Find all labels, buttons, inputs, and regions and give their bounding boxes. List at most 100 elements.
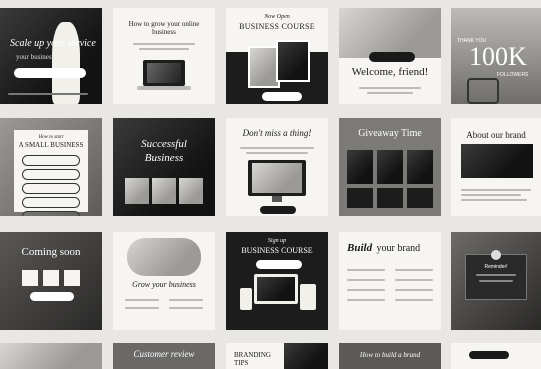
tile-title: Grow your business (132, 280, 196, 289)
tile-grow-online[interactable]: How to grow your online business (113, 8, 215, 104)
cta-pill (14, 68, 86, 78)
photo-3 (179, 178, 203, 204)
chair-shape (467, 78, 499, 104)
text-line (347, 279, 385, 281)
prize-photo-2 (377, 150, 403, 184)
tile-small-business[interactable]: How to start A SMALL BUSINESS (0, 118, 102, 216)
portrait-photo (339, 8, 441, 58)
tile-kicker: Now Open (264, 14, 290, 20)
tile-build-brand[interactable]: Build your brand (339, 232, 441, 330)
text-line (476, 274, 516, 276)
person-figure (52, 22, 80, 104)
text-line (395, 299, 433, 301)
portrait-photo (284, 343, 328, 369)
tile-successful-business[interactable]: Successful Business (113, 118, 215, 216)
tile-title: BUSINESS COURSE (241, 246, 313, 255)
text-line (461, 194, 521, 196)
monitor-stand (272, 196, 282, 202)
tile-title: Welcome, friend! (351, 66, 429, 78)
photo-frame-right (276, 40, 310, 82)
tile-title: Don't miss a thing! (242, 128, 312, 138)
tile-welcome-friend[interactable]: Welcome, friend! (339, 8, 441, 104)
text-line (461, 189, 531, 191)
card-kicker: How to start (38, 135, 64, 140)
milestone-number: 100K (469, 42, 527, 71)
text-line (395, 269, 433, 271)
text-line (240, 147, 314, 149)
tile-signup-course[interactable]: Sign up BUSINESS COURSE (226, 232, 328, 330)
laptop-base (137, 86, 191, 90)
countdown-box-1 (22, 270, 38, 286)
tile-portrait-bottom[interactable] (0, 343, 102, 369)
tile-title: About our brand (466, 130, 526, 140)
reminder-label: Reminder! (484, 264, 508, 270)
text-line (125, 307, 159, 309)
tile-100k[interactable]: THANK YOU 100K FOLLOWERS (451, 8, 541, 104)
list-pill (22, 197, 80, 208)
list-pill (22, 155, 80, 166)
tile-reminder[interactable]: Reminder! (451, 232, 541, 330)
footer-line (8, 93, 88, 95)
countdown-box-2 (43, 270, 59, 286)
phone-icon (240, 288, 252, 310)
monitor-screen-photo (252, 163, 302, 193)
tile-bottom-right[interactable] (451, 343, 541, 369)
tile-grow-business[interactable]: Grow your business (113, 232, 215, 330)
content-card: How to start A SMALL BUSINESS (14, 130, 88, 216)
text-line (395, 289, 433, 291)
tile-title: Customer review (133, 349, 195, 359)
text-line (169, 299, 203, 301)
tile-dont-miss[interactable]: Don't miss a thing! (226, 118, 328, 216)
tile-title: Giveaway Time (358, 128, 422, 139)
text-line (125, 299, 159, 301)
tile-coming-soon[interactable]: Coming soon (0, 232, 102, 330)
tile-title: Scale up your service (10, 38, 96, 49)
laptop-screen-photo (147, 63, 181, 83)
photo-1 (125, 178, 149, 204)
followers-label: FOLLOWERS (497, 72, 529, 78)
tile-branding-tips[interactable]: BRANDING TIPS (226, 343, 328, 369)
text-line (347, 299, 385, 301)
photo-2 (152, 178, 176, 204)
tile-title: BUSINESS COURSE (239, 22, 315, 31)
text-line (169, 307, 203, 309)
text-line (359, 87, 421, 89)
name-pill (369, 52, 415, 62)
step-box-1 (347, 188, 373, 208)
tile-business-course-open[interactable]: Now Open BUSINESS COURSE (226, 8, 328, 104)
template-grid: Scale up your service your business How … (0, 0, 541, 369)
monitor-screen-photo (257, 277, 295, 301)
text-line (133, 43, 195, 45)
prize-photo-1 (347, 150, 373, 184)
tablet-icon (300, 284, 316, 310)
text-line (367, 92, 413, 94)
card-title: A SMALL BUSINESS (18, 141, 84, 149)
cta-pill (262, 92, 302, 101)
text-line (461, 199, 527, 201)
tile-customer-review[interactable]: Customer review (113, 343, 215, 369)
step-box-2 (377, 188, 403, 208)
step-box-3 (407, 188, 433, 208)
brand-photo (461, 144, 533, 178)
tile-title-2: TIPS (234, 359, 249, 367)
tile-subtitle: your business (16, 53, 55, 61)
title-part-1: Build (347, 242, 373, 254)
text-line (347, 289, 385, 291)
cta-pill (256, 260, 302, 269)
tile-how-build-brand[interactable]: How to build a brand (339, 343, 441, 369)
tile-title: Coming soon (21, 246, 81, 258)
text-line (246, 152, 308, 154)
cta-pill (260, 206, 296, 214)
tile-giveaway[interactable]: Giveaway Time (339, 118, 441, 216)
cta-pill (469, 351, 509, 359)
title-part-2: your brand (376, 243, 421, 254)
list-rows (22, 155, 80, 216)
text-line (347, 269, 385, 271)
text-line (395, 279, 433, 281)
text-line (479, 280, 513, 282)
tile-scale-up[interactable]: Scale up your service your business (0, 8, 102, 104)
cta-pill (30, 292, 74, 301)
tile-about-brand[interactable]: About our brand (451, 118, 541, 216)
portrait-photo (127, 238, 201, 276)
tile-kicker: Sign up (267, 238, 287, 244)
